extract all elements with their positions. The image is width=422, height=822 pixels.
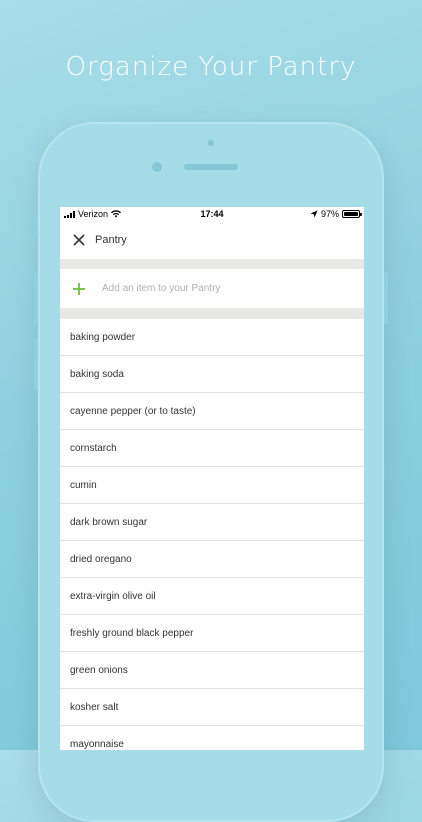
battery-percent: 97%	[320, 209, 339, 219]
list-item[interactable]: dark brown sugar	[60, 504, 364, 541]
wifi-icon	[111, 210, 122, 218]
status-bar: Verizon 17:44 97%	[60, 207, 364, 221]
phone-screen: Verizon 17:44 97% Pantry Add an item to …	[60, 207, 364, 750]
signal-icon	[64, 210, 75, 218]
volume-up-button	[34, 272, 38, 324]
close-icon	[73, 234, 85, 246]
section-divider	[60, 308, 364, 319]
list-item[interactable]: cayenne pepper (or to taste)	[60, 393, 364, 430]
battery-level	[344, 212, 358, 216]
list-item[interactable]: cumin	[60, 467, 364, 504]
mute-switch	[34, 212, 38, 236]
close-button[interactable]	[72, 233, 86, 247]
front-camera	[152, 162, 162, 172]
add-item-input[interactable]	[102, 283, 322, 294]
volume-down-button	[34, 338, 38, 390]
location-arrow-icon	[310, 210, 318, 218]
earpiece-speaker	[184, 164, 238, 170]
list-item[interactable]: extra-virgin olive oil	[60, 578, 364, 615]
list-item[interactable]: green onions	[60, 652, 364, 689]
battery-icon	[342, 210, 362, 218]
carrier-name: Verizon	[78, 209, 109, 219]
page-title: Pantry	[95, 234, 127, 246]
sensor-dot	[208, 140, 214, 146]
power-button	[384, 272, 388, 324]
list-item[interactable]: cornstarch	[60, 430, 364, 467]
section-divider	[60, 259, 364, 269]
list-item[interactable]: dried oregano	[60, 541, 364, 578]
plus-icon[interactable]	[72, 282, 86, 296]
list-item[interactable]: baking powder	[60, 319, 364, 356]
status-time: 17:44	[200, 209, 224, 219]
status-right: 97%	[270, 209, 362, 219]
list-item[interactable]: mayonnaise	[60, 726, 364, 750]
pantry-list: baking powder baking soda cayenne pepper (…	[60, 319, 364, 750]
list-item[interactable]: freshly ground black pepper	[60, 615, 364, 652]
nav-bar: Pantry	[60, 221, 364, 259]
list-item[interactable]: baking soda	[60, 356, 364, 393]
list-item[interactable]: kosher salt	[60, 689, 364, 726]
add-item-row[interactable]	[60, 269, 364, 308]
headline: Organize Your Pantry	[65, 52, 357, 82]
